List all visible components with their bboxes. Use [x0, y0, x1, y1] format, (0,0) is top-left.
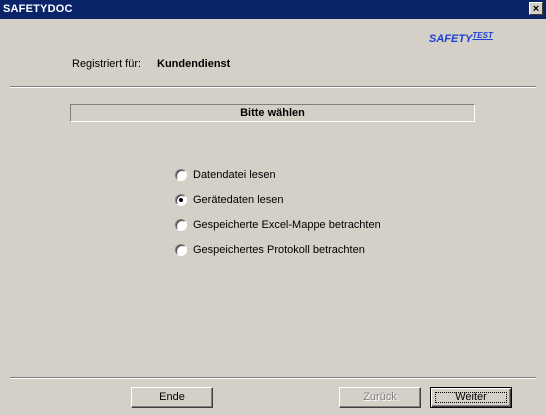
logo-main: SAFETY: [429, 33, 473, 45]
radio-button[interactable]: [175, 169, 187, 181]
registered-value: Kundendienst: [157, 58, 231, 70]
option-label: Gespeichertes Protokoll betrachten: [193, 244, 365, 256]
choice-panel-heading: Bitte wählen: [70, 104, 475, 122]
option-label: Gerätedaten lesen: [193, 194, 284, 206]
next-button-label: Weiter: [455, 391, 487, 403]
logo-sup: TEST: [472, 31, 493, 40]
radio-button-selected[interactable]: [175, 194, 187, 206]
title-bar[interactable]: SAFETYDOC ×: [0, 0, 546, 19]
option-label: Gespeicherte Excel-Mappe betrachten: [193, 219, 381, 231]
window-title: SAFETYDOC: [3, 3, 73, 15]
option-view-protocol[interactable]: Gespeichertes Protokoll betrachten: [175, 243, 365, 257]
registered-label: Registriert für:: [72, 58, 142, 70]
close-button[interactable]: ×: [529, 2, 543, 15]
option-label: Datendatei lesen: [193, 169, 276, 181]
end-button[interactable]: Ende: [131, 387, 213, 408]
option-read-device-data[interactable]: Gerätedaten lesen: [175, 193, 284, 207]
top-separator: [10, 86, 536, 88]
radio-button[interactable]: [175, 219, 187, 231]
option-read-datafile[interactable]: Datendatei lesen: [175, 168, 276, 182]
bottom-separator: [10, 377, 536, 379]
next-button[interactable]: Weiter: [430, 387, 512, 408]
back-button[interactable]: Zurück: [339, 387, 421, 408]
close-icon: ×: [532, 3, 540, 15]
radio-button[interactable]: [175, 244, 187, 256]
option-view-excel-workbook[interactable]: Gespeicherte Excel-Mappe betrachten: [175, 218, 381, 232]
app-window: SAFETYDOC × SAFETYTEST Registriert für: …: [0, 0, 546, 415]
safetytest-logo: SAFETYTEST: [429, 31, 493, 45]
